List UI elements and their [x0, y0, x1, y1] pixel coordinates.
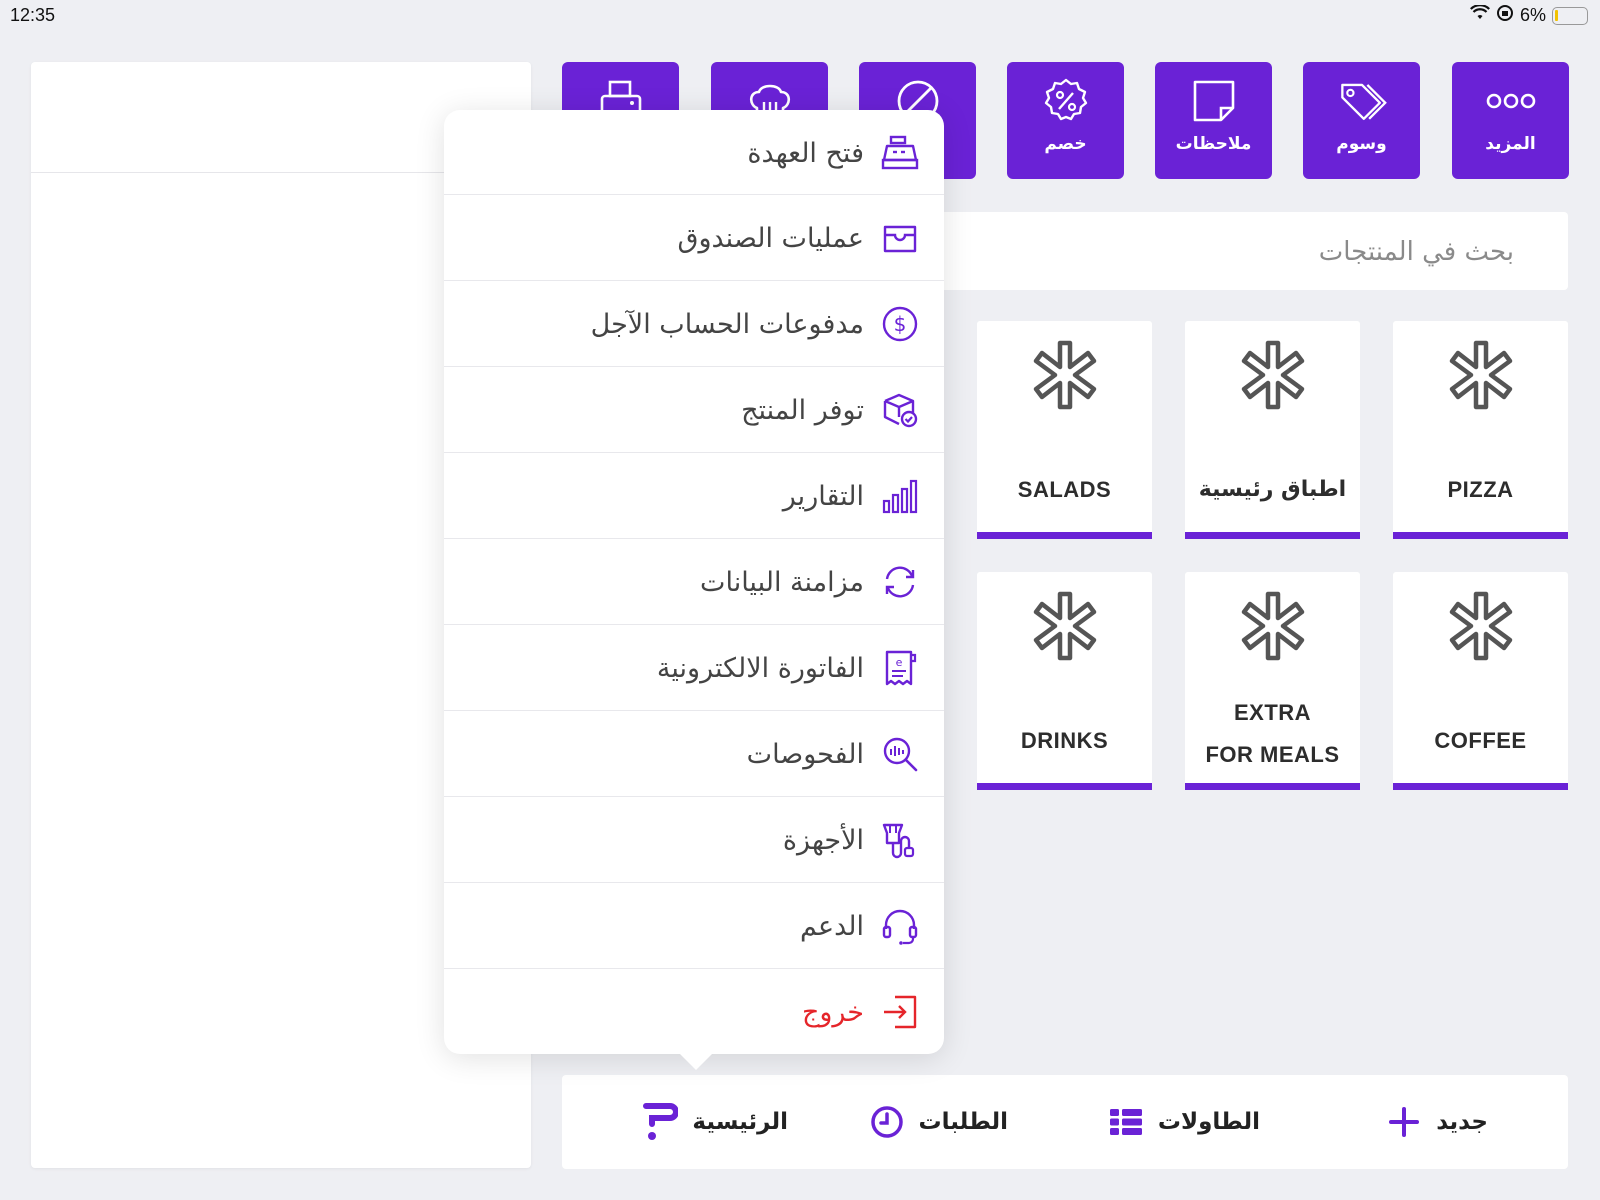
svg-text:$: $	[894, 312, 907, 336]
category-card-main-dishes[interactable]: اطباق رئيسية	[1185, 321, 1360, 539]
sync-icon	[880, 562, 920, 602]
menu-item-label: مزامنة البيانات	[700, 566, 864, 598]
nav-orders-label: الطلبات	[918, 1109, 1008, 1135]
category-card-salads[interactable]: SALADS	[977, 321, 1152, 539]
tag-icon	[1337, 76, 1387, 126]
menu-item-logout[interactable]: خروج	[444, 969, 944, 1055]
status-bar: 12:35 6%	[0, 0, 1600, 30]
category-card-drinks[interactable]: DRINKS	[977, 572, 1152, 790]
menu-item-label: توفر المنتج	[741, 394, 864, 426]
menu-item-label: الأجهزة	[782, 824, 864, 856]
tags-button-label: وسوم	[1336, 134, 1387, 154]
plus-icon	[1386, 1104, 1422, 1140]
menu-item-label: الفحوصات	[746, 738, 864, 770]
battery-percent: 6%	[1519, 5, 1546, 25]
cash-box-icon	[880, 218, 920, 258]
nav-orders[interactable]: الطلبات	[869, 1075, 1008, 1169]
menu-item-devices[interactable]: الأجهزة	[444, 797, 944, 883]
more-button-label: المزيد	[1485, 134, 1536, 154]
category-asterisk-icon	[1033, 591, 1096, 661]
menu-item-product-availability[interactable]: توفر المنتج	[444, 367, 944, 453]
menu-item-diagnostics[interactable]: الفحوصات	[444, 711, 944, 797]
bottom-navigation: جديد الطاولات الطلبات الرئيسية	[562, 1075, 1568, 1169]
category-name-line-1: EXTRA	[1233, 700, 1312, 725]
devices-icon	[880, 820, 920, 860]
menu-item-cash-box-operations[interactable]: عمليات الصندوق	[444, 195, 944, 281]
category-card-extra-for-meals[interactable]: EXTRA FOR MEALS	[1185, 572, 1360, 790]
menu-item-open-custody[interactable]: فتح العهدة	[444, 110, 944, 196]
discount-icon	[1041, 76, 1091, 126]
nav-tables-label: الطاولات	[1157, 1109, 1260, 1135]
menu-item-data-sync[interactable]: مزامنة البيانات	[444, 539, 944, 625]
product-availability-icon	[880, 390, 920, 430]
nav-new[interactable]: جديد	[1386, 1075, 1488, 1169]
category-asterisk-icon	[1241, 591, 1304, 661]
svg-text:e: e	[896, 656, 903, 669]
notes-button[interactable]: ملاحظات	[1155, 62, 1272, 179]
menu-item-support[interactable]: الدعم	[444, 883, 944, 969]
category-name-line-2: FOR MEALS	[1205, 742, 1340, 767]
nav-tables[interactable]: الطاولات	[1108, 1075, 1260, 1169]
headset-icon	[880, 906, 920, 946]
notes-button-label: ملاحظات	[1175, 134, 1252, 154]
category-name: DRINKS	[1020, 728, 1109, 753]
category-asterisk-icon	[1241, 340, 1304, 410]
category-name: COFFEE	[1434, 728, 1527, 753]
status-time: 12:35	[10, 5, 56, 25]
category-asterisk-icon	[1449, 340, 1512, 410]
menu-item-label: التقارير	[782, 480, 864, 512]
menu-item-reports[interactable]: التقارير	[444, 453, 944, 539]
more-dots-icon	[1486, 76, 1536, 126]
menu-item-label: الدعم	[800, 910, 864, 942]
wifi-icon	[1470, 4, 1490, 26]
status-indicators: 6%	[1470, 4, 1588, 27]
menu-item-label: مدفوعات الحساب الآجل	[590, 308, 864, 340]
product-search-bar	[900, 212, 1568, 290]
clock-icon	[869, 1104, 905, 1140]
dollar-circle-icon: $	[880, 304, 920, 344]
menu-item-label: الفاتورة الالكترونية	[656, 652, 864, 684]
category-name: اطباق رئيسية	[1198, 477, 1347, 502]
note-icon	[1189, 76, 1239, 126]
menu-item-e-invoice[interactable]: الفاتورة الالكترونية e	[444, 625, 944, 711]
more-menu-popover: فتح العهدة عمليات الصندوق مدفوعات الحساب…	[444, 110, 944, 1054]
discount-button-label: خصم	[1044, 134, 1087, 154]
reports-bar-chart-icon	[880, 476, 920, 516]
diagnostics-icon	[880, 734, 920, 774]
more-button[interactable]: المزيد	[1452, 62, 1569, 179]
battery-icon	[1552, 6, 1588, 25]
category-card-pizza[interactable]: PIZZA	[1393, 321, 1568, 539]
category-name: EXTRA FOR MEALS	[1185, 692, 1360, 776]
menu-item-label: عمليات الصندوق	[677, 222, 864, 254]
category-asterisk-icon	[1449, 591, 1512, 661]
tables-grid-icon	[1108, 1104, 1144, 1140]
home-logo-icon	[642, 1103, 679, 1140]
logout-icon	[880, 992, 920, 1032]
orientation-lock-icon	[1496, 4, 1514, 27]
discount-button[interactable]: خصم	[1007, 62, 1124, 179]
menu-item-credit-payments[interactable]: مدفوعات الحساب الآجل $	[444, 281, 944, 367]
tags-button[interactable]: وسوم	[1303, 62, 1420, 179]
category-asterisk-icon	[1033, 340, 1096, 410]
nav-home[interactable]: الرئيسية	[642, 1075, 788, 1169]
category-card-coffee[interactable]: COFFEE	[1393, 572, 1568, 790]
product-search-input[interactable]	[954, 232, 1514, 272]
nav-home-label: الرئيسية	[692, 1109, 788, 1135]
menu-item-label: خروج	[801, 996, 864, 1028]
cash-register-icon	[880, 133, 920, 173]
menu-item-label: فتح العهدة	[747, 137, 864, 169]
e-invoice-icon: e	[880, 648, 920, 688]
category-name: PIZZA	[1447, 477, 1514, 502]
category-name: SALADS	[1017, 477, 1112, 502]
nav-new-label: جديد	[1436, 1109, 1488, 1135]
popover-arrow	[678, 1052, 714, 1070]
